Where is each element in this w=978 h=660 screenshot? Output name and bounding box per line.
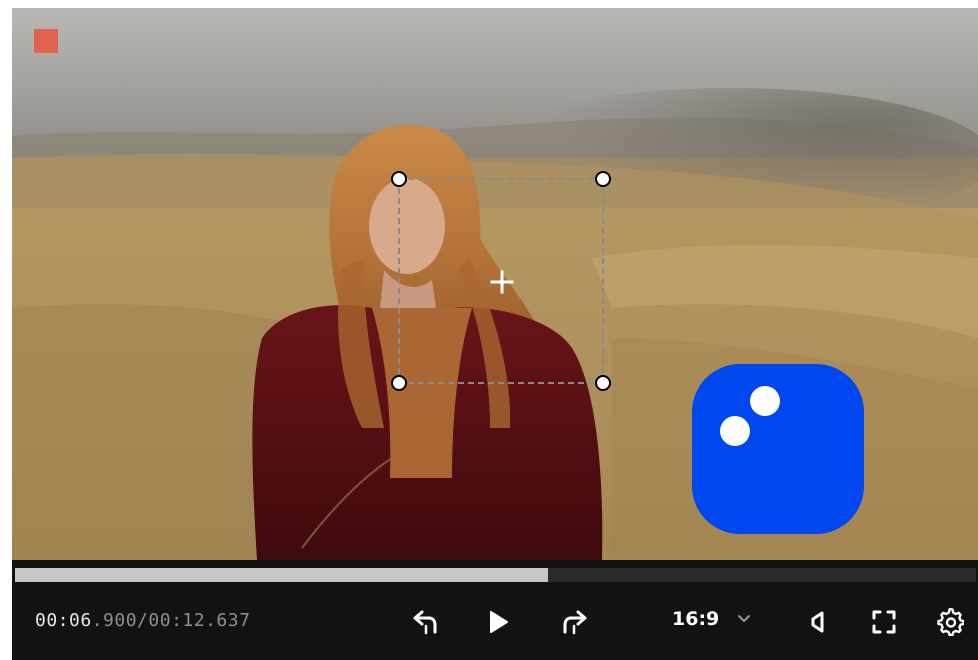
crop-handle-top-left[interactable] (391, 171, 407, 187)
progress-fill (15, 568, 549, 582)
time-display: 00:06.900/00:12.637 (35, 610, 250, 631)
video-frame[interactable] (12, 8, 978, 560)
play-button[interactable] (482, 606, 514, 638)
chevron-down-icon (738, 615, 751, 622)
crop-handle-bottom-left[interactable] (391, 375, 407, 391)
settings-button[interactable] (934, 606, 966, 638)
rewind-button[interactable] (410, 606, 442, 638)
control-bar: 00:06.900/00:12.637 16:9 (12, 582, 978, 660)
volume-button[interactable] (802, 606, 834, 638)
crop-selection-box[interactable] (391, 171, 611, 391)
speaker-icon (811, 611, 824, 633)
crop-handle-bottom-right[interactable] (595, 375, 611, 391)
aspect-ratio-label: 16:9 (672, 608, 720, 630)
aspect-ratio-select[interactable]: 16:9 (672, 608, 751, 630)
time-total: 00:12.637 (148, 610, 251, 631)
progress-bar[interactable] (15, 568, 976, 582)
gear-icon (937, 608, 964, 636)
play-icon (490, 611, 508, 633)
video-player: 00:06.900/00:12.637 16:9 (12, 8, 978, 660)
fullscreen-icon (872, 610, 896, 634)
forward-button[interactable] (558, 606, 590, 638)
crosshair-plus-icon[interactable] (490, 270, 514, 294)
bubble-dot (720, 416, 750, 446)
rewind-back-icon (413, 610, 437, 635)
fullscreen-button[interactable] (868, 606, 900, 638)
bubble-dot (750, 386, 780, 416)
time-current: 00:06 (35, 610, 92, 631)
crop-handle-top-right[interactable] (595, 171, 611, 187)
app-bubble-icon[interactable] (692, 364, 864, 534)
time-current-ms: .900 (91, 610, 138, 631)
skip-forward-icon (563, 610, 587, 635)
record-indicator (34, 29, 58, 53)
time-separator: / (137, 610, 149, 631)
